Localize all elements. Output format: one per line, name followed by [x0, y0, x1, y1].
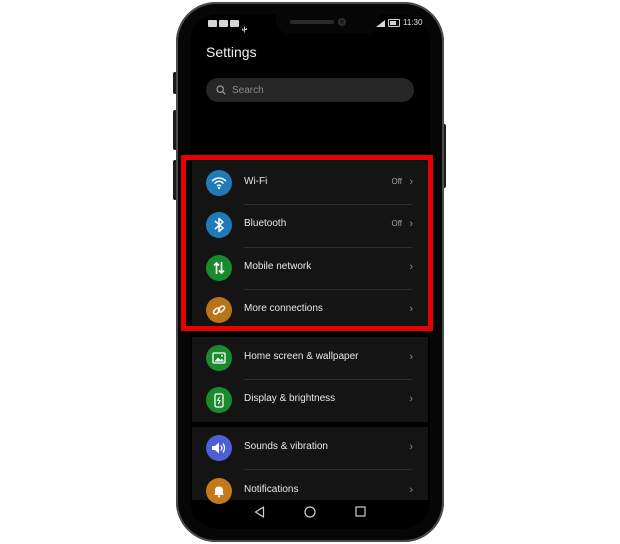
- settings-item-display[interactable]: Display & brightness ›: [192, 379, 428, 421]
- chevron-right-icon: ›: [409, 393, 413, 405]
- settings-item-sounds[interactable]: Sounds & vibration ›: [192, 427, 428, 469]
- image-icon: [206, 345, 232, 371]
- front-camera: [338, 18, 346, 26]
- search-input[interactable]: Search: [206, 78, 414, 102]
- notification-icon: [230, 20, 239, 27]
- settings-item-home-screen[interactable]: Home screen & wallpaper ›: [192, 337, 428, 379]
- notifications-label: Notifications: [244, 484, 299, 495]
- search-placeholder: Search: [232, 84, 264, 96]
- status-time: 11:30: [403, 18, 423, 27]
- display-label: Display & brightness: [244, 393, 336, 404]
- home-screen-label: Home screen & wallpaper: [244, 351, 359, 362]
- usb-icon: [241, 20, 248, 33]
- sounds-label: Sounds & vibration: [244, 441, 328, 452]
- navigation-bar: [190, 500, 430, 526]
- page-title: Settings: [206, 44, 257, 60]
- home-icon[interactable]: [304, 506, 316, 518]
- search-icon: [216, 85, 226, 95]
- notification-icon: [219, 20, 228, 27]
- chevron-right-icon: ›: [409, 484, 413, 496]
- highlight-box: [181, 155, 433, 331]
- chevron-right-icon: ›: [409, 441, 413, 453]
- chevron-right-icon: ›: [409, 351, 413, 363]
- status-icons-right: 11:30: [376, 18, 422, 28]
- phone-brightness-icon: [206, 387, 232, 413]
- signal-icon: [376, 19, 385, 27]
- battery-icon: [388, 19, 400, 27]
- notch: [276, 14, 380, 34]
- recents-icon[interactable]: [355, 506, 366, 517]
- speaker-icon: [206, 435, 232, 461]
- status-icons-left: [208, 20, 248, 33]
- earpiece-speaker: [290, 20, 334, 24]
- notification-icon: [208, 20, 217, 27]
- back-icon[interactable]: [254, 506, 265, 518]
